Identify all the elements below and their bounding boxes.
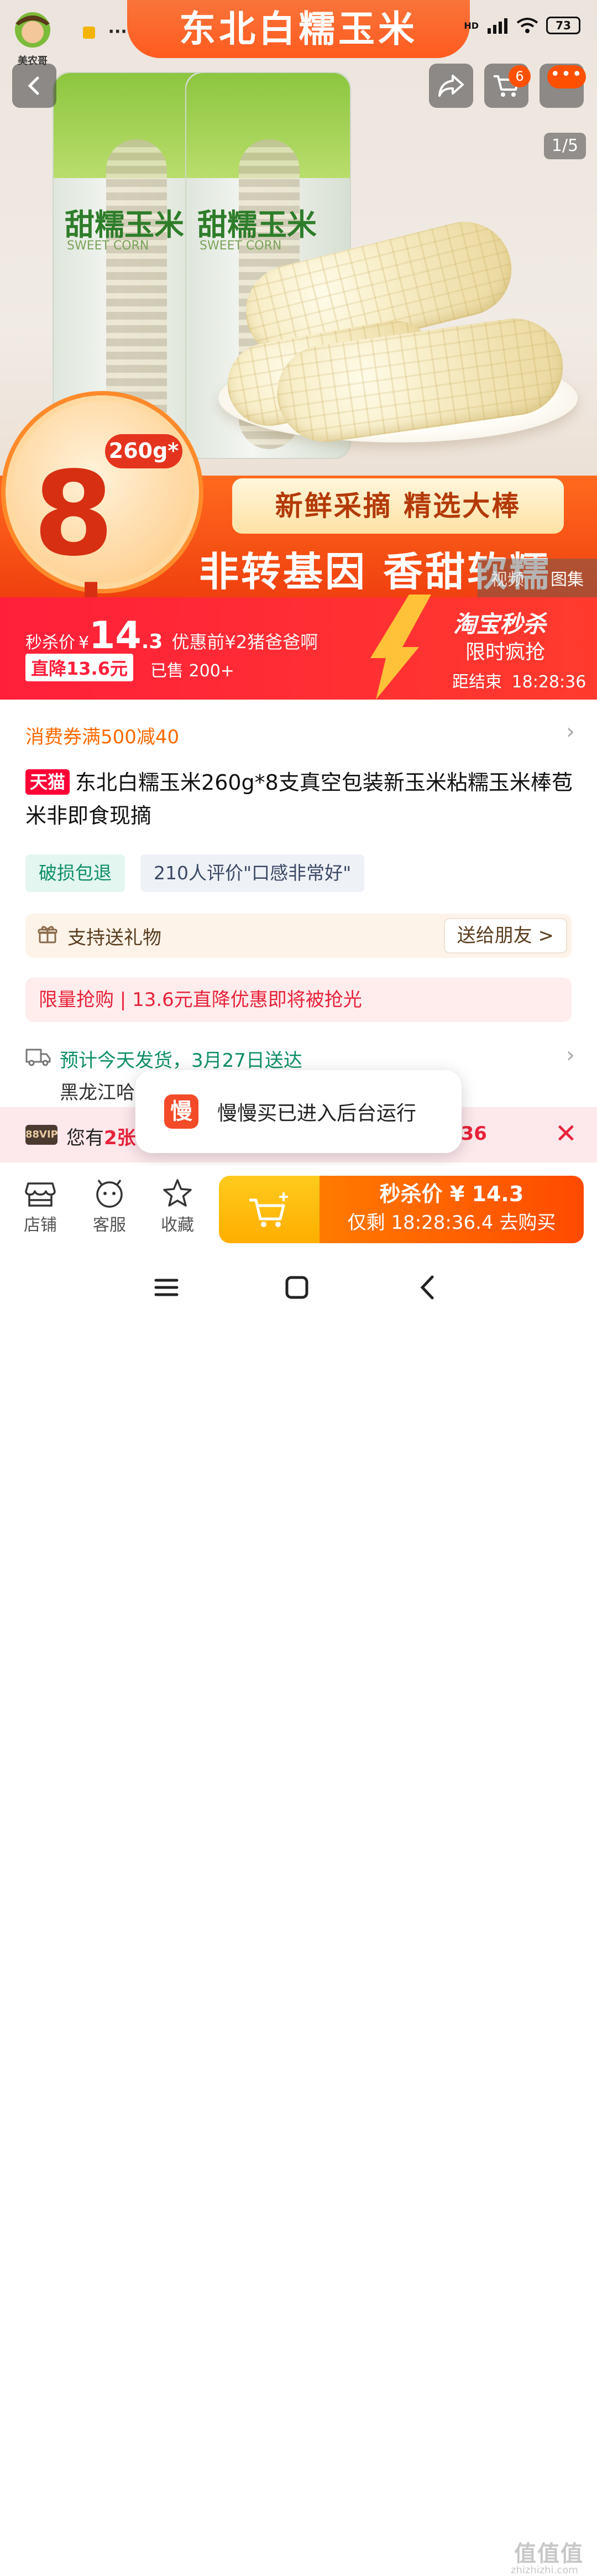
gift-label: 支持送礼物 <box>67 927 161 949</box>
store-label: 店铺 <box>24 1216 57 1235</box>
quantity-spec: 260g* <box>105 434 182 468</box>
lightning-icon <box>370 595 431 700</box>
seckill-subtitle: 限时疯抢 <box>465 641 546 664</box>
store-button[interactable]: 店铺 <box>10 1178 71 1235</box>
bag-sublabel: SWEET CORN <box>67 239 149 253</box>
buy-countdown-line: 仅剩 18:28:36.4 去购买 <box>347 1212 556 1234</box>
toast-message: 慢慢买已进入后台运行 <box>217 1102 417 1125</box>
gift-row: 支持送礼物 送给朋友 > <box>25 914 572 958</box>
original-price: 优惠前¥2猪爸爸啊 <box>171 632 318 653</box>
customer-service-button[interactable]: 客服 <box>79 1178 140 1235</box>
battery-indicator: 73 <box>546 17 580 34</box>
background-running-toast: 慢 慢慢买已进入后台运行 <box>135 1070 462 1153</box>
quantity-count: 8支 <box>33 446 149 598</box>
limited-offer-banner[interactable]: 限量抢购 | 13.6元直降优惠即将被抢光 <box>25 978 572 1022</box>
countdown-time: 18:28:36 <box>511 672 586 692</box>
favorite-label: 收藏 <box>161 1216 194 1235</box>
seckill-buy-button[interactable]: 秒杀价 ¥ 14.3 仅剩 18:28:36.4 去购买 <box>320 1176 584 1243</box>
status-icons-left: ··· <box>83 22 127 41</box>
bag-sublabel: SWEET CORN <box>200 239 282 253</box>
close-icon[interactable]: ✕ <box>555 1118 577 1149</box>
promo-slogan-1: 新鲜采摘 精选大棒 <box>232 478 564 534</box>
add-to-cart-button[interactable] <box>219 1176 320 1243</box>
back-icon[interactable] <box>416 1275 441 1300</box>
return-policy-tag[interactable]: 破损包退 <box>25 854 125 892</box>
product-image-carousel[interactable]: 甜糯玉米 SWEET CORN 甜糯玉米 SWEET CORN 东北白糯玉米 美… <box>0 0 597 597</box>
share-icon <box>438 75 464 97</box>
share-button[interactable] <box>429 64 473 108</box>
app-icon: 慢 <box>164 1094 198 1129</box>
menu-icon[interactable] <box>154 1275 179 1300</box>
more-icon[interactable]: ••• <box>547 65 586 88</box>
currency-symbol: ¥ <box>78 633 90 653</box>
status-dots: ··· <box>108 22 127 41</box>
vip-coupon-count: 2张 <box>104 1127 136 1149</box>
network-label: HD <box>464 20 479 31</box>
bag-label: 甜糯玉米 <box>65 207 184 242</box>
product-title-text: 东北白糯玉米260g*8支真空包装新玉米粘糯玉米棒苞米非即食现摘 <box>25 770 573 828</box>
tab-video[interactable]: 视频 <box>491 566 524 590</box>
add-cart-icon <box>249 1192 288 1227</box>
gift-icon <box>38 926 57 943</box>
notification-icon <box>83 26 95 39</box>
flash-price: 秒杀价 ¥ 14 .3 优惠前¥2猪爸爸啊 <box>25 614 318 658</box>
banner-title: 东北白糯玉米 <box>127 0 470 58</box>
bottom-action-bar: 店铺 客服 收藏 秒杀价 ¥ 14.3 仅剩 18:28:36.4 去购买 <box>0 1166 597 1249</box>
tmall-badge: 天猫 <box>25 769 70 795</box>
shipping-address: 黑龙江哈 <box>60 1082 135 1104</box>
brand-logo-icon: 美农哥 <box>15 12 50 67</box>
watermark-url: zhizhizhi.com <box>511 2564 578 2576</box>
chevron-right-icon[interactable]: › <box>566 719 575 744</box>
cart-count-badge: 6 <box>509 65 531 87</box>
home-icon[interactable] <box>284 1275 310 1300</box>
bag-label: 甜糯玉米 <box>197 207 317 242</box>
service-label: 客服 <box>93 1216 126 1235</box>
vip-badge: 88VIP <box>25 1125 58 1145</box>
vip-text: 您有2张 <box>66 1123 136 1150</box>
tab-gallery[interactable]: 图集 <box>551 566 584 590</box>
coupon-row[interactable]: 消费券满500减40 <box>25 722 179 749</box>
buy-now-button[interactable]: 秒杀价 ¥ 14.3 仅剩 18:28:36.4 去购买 <box>219 1176 584 1243</box>
countdown: 距结束 18:28:36 <box>452 668 586 692</box>
product-title: 天猫 东北白糯玉米260g*8支真空包装新玉米粘糯玉米棒苞米非即食现摘 <box>25 766 573 832</box>
star-icon <box>163 1179 192 1207</box>
price-label: 秒杀价 <box>25 633 75 653</box>
buy-price-line: 秒杀价 ¥ 14.3 <box>379 1182 524 1206</box>
status-icons-right: HD 73 <box>464 17 580 34</box>
vip-text-pre: 您有 <box>66 1127 104 1149</box>
review-summary-tag[interactable]: 210人评价"口感非常好" <box>140 854 365 892</box>
chevron-left-icon <box>28 76 39 95</box>
service-icon <box>96 1179 123 1208</box>
quantity-badge: 8支 260g* <box>6 395 199 597</box>
seckill-title: 淘宝秒杀 <box>453 611 547 638</box>
price-integer: 14 <box>89 614 142 658</box>
shipping-estimate[interactable]: 预计今天发货，3月27日送达 <box>25 1045 302 1072</box>
chevron-right-icon[interactable]: › <box>566 1042 575 1068</box>
favorite-button[interactable]: 收藏 <box>147 1178 208 1235</box>
system-nav-bar: 值值值 zhizhizhi.com <box>0 1253 597 2576</box>
price-decimal: .3 <box>141 630 163 653</box>
price-drop-tag: 直降13.6元 <box>25 654 133 681</box>
countdown-label: 距结束 <box>452 672 502 692</box>
flash-sale-bar: 秒杀价 ¥ 14 .3 优惠前¥2猪爸爸啊 直降13.6元 已售 200+ 淘宝… <box>0 595 597 700</box>
back-button[interactable] <box>12 64 56 108</box>
watermark: 值值值 <box>514 2541 584 2567</box>
sold-count: 已售 200+ <box>150 661 234 681</box>
send-to-friend-button[interactable]: 送给朋友 > <box>443 918 567 953</box>
signal-icon <box>488 18 507 34</box>
image-pager: 1/5 <box>544 133 586 159</box>
media-tabs: 视频 图集 <box>478 559 597 597</box>
wifi-icon <box>516 18 538 33</box>
store-icon <box>25 1182 56 1207</box>
